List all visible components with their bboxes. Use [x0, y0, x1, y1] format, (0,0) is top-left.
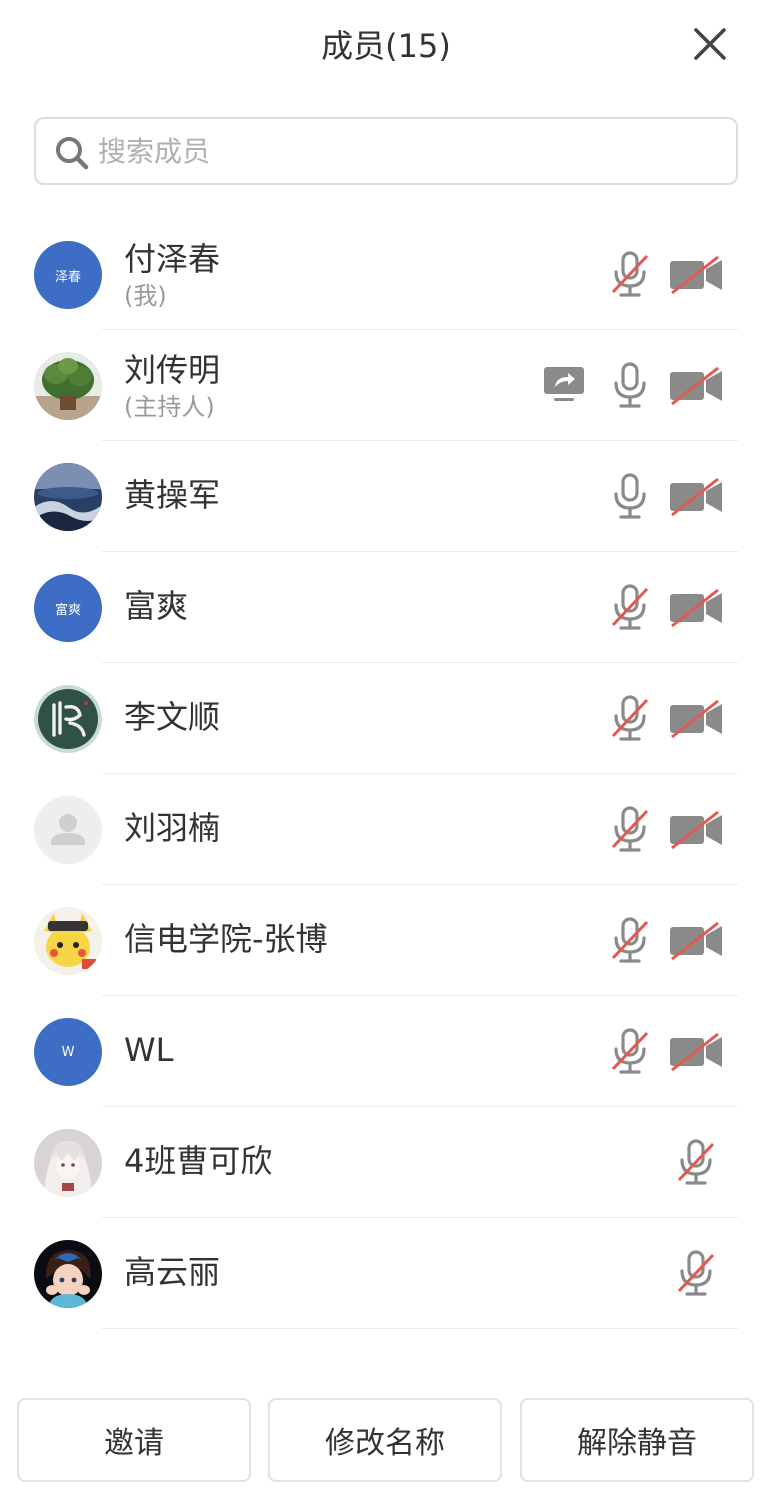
close-button[interactable]: [690, 24, 730, 64]
member-row[interactable]: W WL: [0, 996, 772, 1107]
avatar: [34, 685, 102, 753]
avatar: [34, 463, 102, 531]
camera-off-icon[interactable]: [668, 366, 724, 406]
member-row[interactable]: 黄操军: [0, 441, 772, 552]
rename-button[interactable]: 修改名称: [268, 1398, 502, 1482]
avatar-initials: 富爽: [54, 602, 81, 618]
member-name: 富爽: [124, 587, 189, 625]
avatar-initials: W: [61, 1044, 75, 1060]
member-list: 泽春 付泽春 (我) 刘传明 (主持人) 黄操军 富爽 富爽 李文顺 刘羽楠 信…: [0, 219, 772, 1329]
search-icon: [56, 137, 89, 170]
camera-off-icon[interactable]: [668, 921, 724, 961]
mic-muted-icon[interactable]: [673, 1249, 719, 1297]
avatar: [34, 1240, 102, 1308]
avatar-initials: 泽春: [54, 269, 81, 285]
member-name: 信电学院-张博: [124, 920, 328, 958]
member-row[interactable]: 泽春 付泽春 (我): [0, 219, 772, 330]
mic-muted-icon[interactable]: [607, 583, 653, 631]
mic-muted-icon[interactable]: [607, 250, 653, 298]
member-name: 刘羽楠: [124, 809, 221, 847]
avatar: [34, 352, 102, 420]
header: 成员(15): [0, 0, 772, 92]
member-name: 黄操军: [124, 476, 221, 514]
avatar: 泽春: [34, 241, 102, 309]
avatar: [34, 907, 102, 975]
member-row[interactable]: 高云丽: [0, 1218, 772, 1329]
camera-off-icon[interactable]: [668, 699, 724, 739]
mic-icon[interactable]: [607, 472, 653, 520]
page-title: 成员(15): [321, 27, 451, 65]
member-name: 4班曹可欣: [124, 1142, 273, 1180]
camera-off-icon[interactable]: [668, 477, 724, 517]
plant-photo-avatar: [34, 352, 102, 420]
footer-actions: 邀请 修改名称 解除静音: [0, 1398, 772, 1499]
mic-muted-icon[interactable]: [607, 805, 653, 853]
screen-share-icon[interactable]: [542, 364, 586, 404]
camera-off-icon[interactable]: [668, 1032, 724, 1072]
avatar: W: [34, 1018, 102, 1086]
member-row[interactable]: 富爽 富爽: [0, 552, 772, 663]
camera-off-icon[interactable]: [668, 588, 724, 628]
mic-muted-icon[interactable]: [607, 1027, 653, 1075]
member-row[interactable]: 刘羽楠: [0, 774, 772, 885]
member-name: 付泽春: [124, 240, 221, 278]
avatar: [34, 796, 102, 864]
cartoon-girl-avatar: [34, 1240, 102, 1308]
anime-avatar: [34, 1129, 102, 1197]
default-user-icon: [51, 814, 85, 845]
member-row[interactable]: 李文顺: [0, 663, 772, 774]
mic-muted-icon[interactable]: [607, 694, 653, 742]
mic-muted-icon[interactable]: [607, 916, 653, 964]
invite-button[interactable]: 邀请: [17, 1398, 251, 1482]
member-role: (我): [124, 282, 167, 310]
camera-off-icon[interactable]: [668, 810, 724, 850]
avatar: 富爽: [34, 574, 102, 642]
member-row[interactable]: 刘传明 (主持人): [0, 330, 772, 441]
camera-off-icon[interactable]: [668, 255, 724, 295]
member-role: (主持人): [124, 393, 215, 421]
mic-icon[interactable]: [607, 361, 653, 409]
divider: [102, 1328, 738, 1329]
member-name: 李文顺: [124, 698, 221, 736]
member-row[interactable]: 4班曹可欣: [0, 1107, 772, 1218]
member-name: WL: [124, 1031, 174, 1069]
landscape-photo-avatar: [34, 463, 102, 531]
close-icon: [694, 28, 726, 60]
member-row[interactable]: 信电学院-张博: [0, 885, 772, 996]
member-name: 刘传明: [124, 351, 221, 389]
unmute-button[interactable]: 解除静音: [520, 1398, 754, 1482]
mic-muted-icon[interactable]: [673, 1138, 719, 1186]
cartoon-avatar: [34, 907, 102, 975]
search-box: [34, 117, 738, 185]
calligraphy-avatar: [34, 685, 102, 753]
member-name: 高云丽: [124, 1253, 221, 1291]
search-input[interactable]: [98, 129, 718, 173]
avatar: [34, 1129, 102, 1197]
